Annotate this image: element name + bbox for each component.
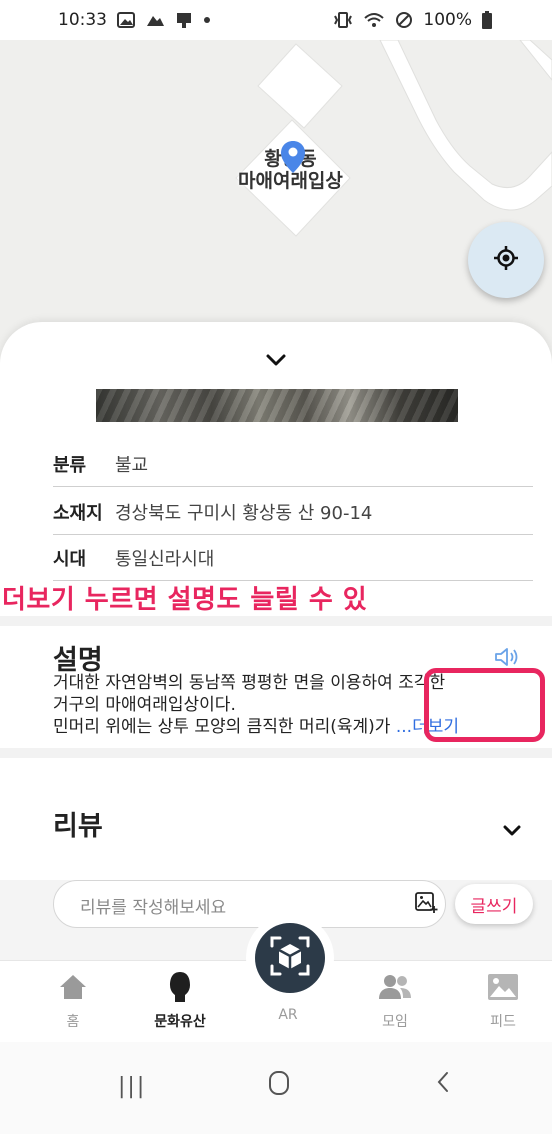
blocked-icon — [395, 11, 413, 29]
back-button[interactable] — [436, 1070, 450, 1098]
system-nav-bar: ||| — [0, 1042, 552, 1134]
description-line: 민머리 위에는 상투 모양의 큼직한 머리(육계)가 — [53, 717, 396, 737]
crosshair-icon — [493, 245, 519, 275]
info-row-era: 시대 통일신라시대 — [53, 535, 533, 581]
heritage-photo[interactable] — [96, 389, 458, 422]
info-key: 분류 — [53, 454, 87, 476]
status-left: 10:33 — [58, 10, 211, 30]
info-value: 경상북도 구미시 황상동 산 90-14 — [115, 502, 373, 524]
cloud-icon — [145, 13, 165, 27]
section-divider — [0, 748, 552, 758]
heritage-icon — [167, 971, 193, 1007]
review-title: 리뷰 — [53, 811, 103, 842]
people-icon — [378, 973, 412, 1005]
tab-label: 피드 — [490, 1014, 516, 1030]
ar-button[interactable] — [246, 914, 334, 1002]
home-button[interactable] — [268, 1070, 290, 1100]
tab-meet[interactable]: 모임 — [350, 973, 440, 1031]
collapse-sheet-button[interactable] — [265, 352, 287, 371]
section-divider — [0, 616, 552, 626]
tab-feed[interactable]: 피드 — [458, 973, 548, 1031]
battery-icon — [482, 11, 492, 29]
tab-label: 모임 — [382, 1014, 408, 1030]
info-value: 통일신라시대 — [115, 548, 215, 570]
battery-percent: 100% — [423, 10, 472, 30]
review-placeholder: 리뷰를 작성해보세요 — [80, 898, 227, 918]
vibrate-icon — [333, 11, 353, 29]
tab-home[interactable]: 홈 — [28, 973, 118, 1031]
chevron-down-icon — [265, 352, 287, 371]
status-bar: 10:33 100% — [0, 0, 552, 40]
map-pin-icon[interactable] — [280, 140, 306, 178]
tab-label: AR — [278, 1007, 298, 1023]
image-icon — [487, 973, 519, 1005]
write-review-button[interactable]: 글쓰기 — [455, 884, 533, 924]
gallery-icon — [117, 12, 135, 28]
ar-button-inner — [255, 923, 325, 993]
ar-cube-icon — [268, 934, 312, 982]
highlight-box — [424, 668, 545, 742]
status-time: 10:33 — [58, 10, 107, 30]
info-row-category: 분류 불교 — [53, 441, 533, 487]
info-value: 불교 — [115, 454, 149, 476]
add-photo-icon[interactable] — [414, 890, 438, 918]
review-expand-button[interactable] — [502, 822, 522, 841]
status-right: 100% — [333, 10, 492, 30]
notification-icon — [175, 11, 193, 29]
my-location-button[interactable] — [468, 222, 544, 298]
home-icon — [58, 973, 88, 1005]
chevron-down-icon — [502, 822, 522, 841]
map-background — [235, 40, 552, 237]
tab-label: 홈 — [66, 1014, 80, 1030]
map-view[interactable]: 황상동 마애여래입상 — [0, 40, 552, 370]
info-key: 소재지 — [53, 502, 103, 524]
tab-heritage[interactable]: 문화유산 — [135, 971, 225, 1031]
recent-apps-button[interactable]: ||| — [118, 1074, 146, 1099]
tab-label: 문화유산 — [154, 1014, 206, 1030]
dot-icon — [203, 16, 211, 24]
wifi-icon — [363, 11, 385, 29]
info-key: 시대 — [53, 548, 87, 570]
info-row-location: 소재지 경상북도 구미시 황상동 산 90-14 — [53, 489, 533, 535]
